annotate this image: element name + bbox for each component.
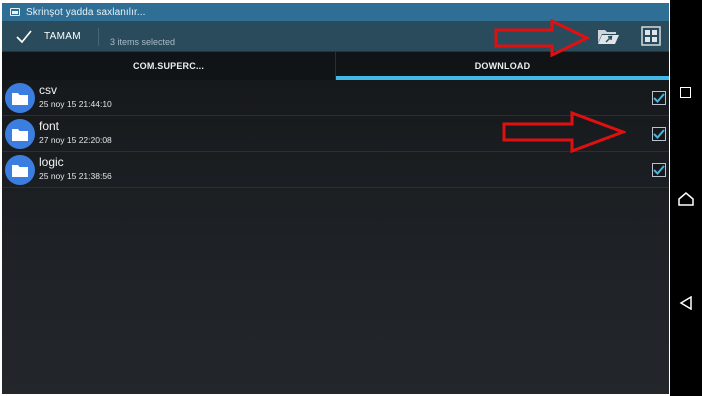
tab-label: DOWNLOAD xyxy=(474,61,531,71)
action-bar-divider xyxy=(98,28,99,46)
tab-label: COM.SUPERC... xyxy=(132,61,205,71)
tab-download[interactable]: DOWNLOAD xyxy=(336,52,669,80)
file-date: 25 noy 15 21:44:10 xyxy=(39,99,112,109)
notification-text: Skrinşot yadda saxlanılır... xyxy=(26,6,146,18)
check-icon xyxy=(16,29,32,44)
checkmark-icon xyxy=(653,165,665,175)
home-icon[interactable] xyxy=(678,192,694,206)
select-checkbox[interactable] xyxy=(652,127,666,141)
selection-count: 3 items selected xyxy=(110,37,176,47)
file-name: font xyxy=(39,119,60,133)
back-icon[interactable] xyxy=(679,295,693,311)
list-item[interactable]: csv 25 noy 15 21:44:10 xyxy=(2,80,669,116)
file-date: 25 noy 15 21:38:56 xyxy=(39,171,112,181)
navigation-bar xyxy=(670,0,702,396)
select-checkbox[interactable] xyxy=(652,163,666,177)
done-button[interactable]: TAMAM xyxy=(2,21,97,52)
status-bar: Skrinşot yadda saxlanılır... xyxy=(2,3,669,21)
move-folder-icon xyxy=(596,30,620,51)
done-label: TAMAM xyxy=(44,31,81,42)
screen: Skrinşot yadda saxlanılır... TAMAM 3 ite… xyxy=(0,0,702,396)
tab-com-superc[interactable]: COM.SUPERC... xyxy=(2,52,336,80)
action-bar: TAMAM 3 items selected xyxy=(2,21,669,52)
file-list: csv 25 noy 15 21:44:10 font 27 noy 15 22… xyxy=(2,80,669,394)
tab-bar: COM.SUPERC... DOWNLOAD xyxy=(2,52,669,80)
list-item[interactable]: font 27 noy 15 22:20:08 xyxy=(2,116,669,152)
folder-icon xyxy=(5,119,35,149)
checkmark-icon xyxy=(653,93,665,103)
folder-icon xyxy=(5,83,35,113)
screenshot-icon xyxy=(10,8,20,16)
folder-icon xyxy=(5,155,35,185)
file-name: logic xyxy=(39,155,64,169)
file-date: 27 noy 15 22:20:08 xyxy=(39,135,112,145)
move-folder-button[interactable] xyxy=(596,25,620,47)
select-checkbox[interactable] xyxy=(652,91,666,105)
file-name: csv xyxy=(39,83,57,97)
grid-view-button[interactable] xyxy=(640,25,662,47)
recent-apps-icon[interactable] xyxy=(680,87,691,98)
checkmark-icon xyxy=(653,129,665,139)
grid-view-icon xyxy=(640,26,662,51)
list-item[interactable]: logic 25 noy 15 21:38:56 xyxy=(2,152,669,188)
